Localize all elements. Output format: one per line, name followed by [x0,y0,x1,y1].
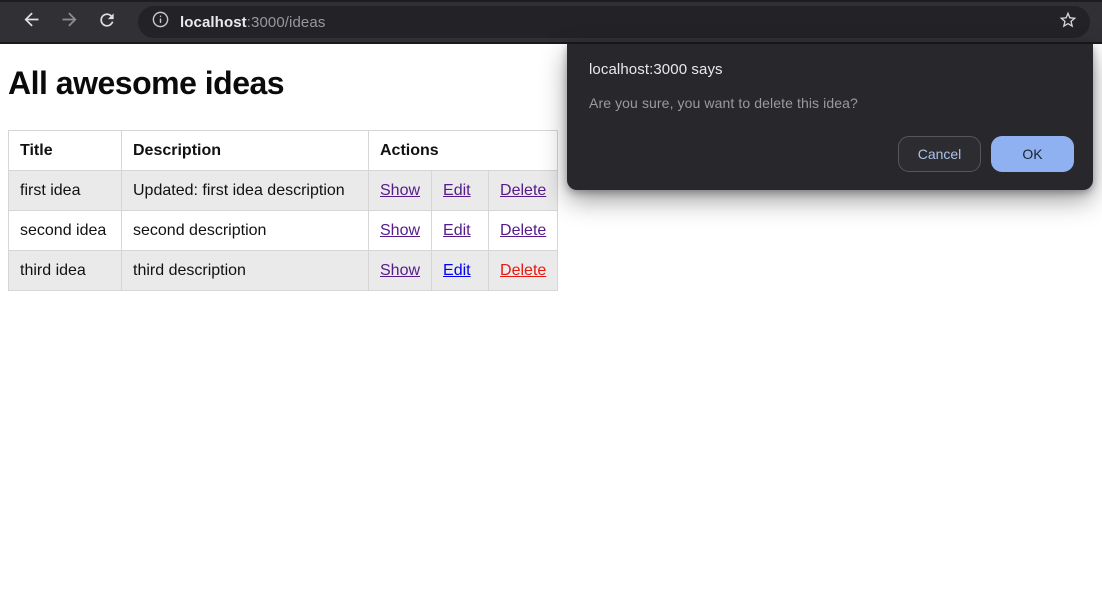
cancel-button[interactable]: Cancel [898,136,981,172]
url-path: :3000/ideas [247,14,326,31]
action-cell: Edit [432,211,489,251]
ok-button[interactable]: OK [991,136,1074,172]
dialog-title: localhost:3000 says [589,61,1073,78]
table-row: second ideasecond description Show Edit Del… [9,211,558,251]
url-text: localhost:3000/ideas [180,14,1058,31]
url-host: localhost [180,14,247,31]
edit-link[interactable]: Edit [443,262,471,279]
action-cell: Show [369,251,432,291]
idea-title-cell: second idea [9,211,122,251]
dialog-message: Are you sure, you want to delete this id… [589,95,1073,111]
table-row: third ideathird description Show Edit Delet… [9,251,558,291]
edit-link[interactable]: Edit [443,182,471,199]
table-header-row: Title Description Actions [9,131,558,171]
confirm-dialog: localhost:3000 says Are you sure, you wa… [567,44,1093,190]
column-header-actions: Actions [369,131,558,171]
idea-title-cell: first idea [9,171,122,211]
table-row: first ideaUpdated: first idea descriptio… [9,171,558,211]
action-cell: Show [369,171,432,211]
forward-button[interactable] [52,5,86,39]
browser-toolbar: localhost:3000/ideas [0,0,1102,44]
idea-title-cell: third idea [9,251,122,291]
column-header-title: Title [9,131,122,171]
action-cell: Delete [489,211,558,251]
dialog-buttons: Cancel OK [898,136,1074,172]
reload-icon [97,10,117,35]
idea-description-cell: third description [122,251,369,291]
delete-link[interactable]: Delete [500,262,546,279]
action-cell: Edit [432,251,489,291]
reload-button[interactable] [90,5,124,39]
action-cell: Delete [489,171,558,211]
delete-link[interactable]: Delete [500,182,546,199]
url-bar[interactable]: localhost:3000/ideas [138,6,1090,38]
show-link[interactable]: Show [380,262,420,279]
bookmark-star-icon[interactable] [1058,10,1078,35]
idea-description-cell: Updated: first idea description [122,171,369,211]
back-arrow-icon [21,9,42,35]
show-link[interactable]: Show [380,182,420,199]
delete-link[interactable]: Delete [500,222,546,239]
edit-link[interactable]: Edit [443,222,471,239]
action-cell: Edit [432,171,489,211]
forward-arrow-icon [59,9,80,35]
action-cell: Delete [489,251,558,291]
show-link[interactable]: Show [380,222,420,239]
idea-description-cell: second description [122,211,369,251]
ideas-table: Title Description Actions first ideaUpda… [8,130,558,291]
column-header-description: Description [122,131,369,171]
ideas-table-body: first ideaUpdated: first idea descriptio… [9,171,558,291]
action-cell: Show [369,211,432,251]
page-info-icon[interactable] [151,10,170,34]
back-button[interactable] [14,5,48,39]
